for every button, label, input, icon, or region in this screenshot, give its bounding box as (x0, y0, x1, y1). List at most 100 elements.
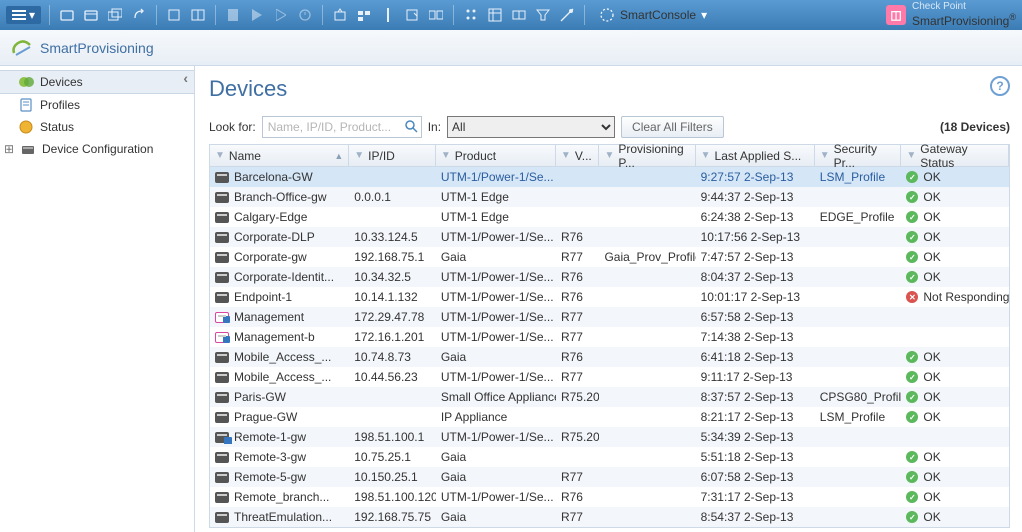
filter-icon[interactable]: ▼ (354, 150, 364, 161)
cell-ip: 10.14.1.132 (349, 290, 436, 304)
tool-icon-11[interactable] (331, 6, 349, 24)
sidebar-item-status[interactable]: Status (0, 116, 194, 138)
tool-icon-10[interactable] (296, 6, 314, 24)
tool-icon-8[interactable] (248, 6, 266, 24)
device-icon (215, 352, 229, 363)
table-row[interactable]: Remote-5-gw10.150.25.1GaiaR776:07:58 2-S… (210, 467, 1009, 487)
cell-last-applied: 6:07:58 2-Sep-13 (696, 470, 815, 484)
table-row[interactable]: Management-b172.16.1.201UTM-1/Power-1/Se… (210, 327, 1009, 347)
filter-icon[interactable]: ▼ (441, 150, 451, 161)
clear-filters-button[interactable]: Clear All Filters (621, 116, 724, 138)
cell-product: Small Office Appliance (436, 390, 556, 404)
cell-version: R75.20 (556, 390, 600, 404)
tool-icon-13[interactable] (379, 6, 397, 24)
search-input[interactable] (262, 116, 422, 138)
column-header[interactable]: ▼Last Applied S... (696, 145, 815, 166)
column-header[interactable]: ▼Product (436, 145, 556, 166)
column-header[interactable]: ▼Name▲ (210, 145, 349, 166)
cell-version: R76 (556, 270, 600, 284)
grid-body[interactable]: Barcelona-GWUTM-1/Power-1/Se...9:27:57 2… (210, 167, 1009, 527)
sidebar-item-device-configuration[interactable]: ⊞Device Configuration (0, 138, 194, 160)
cell-name: Corporate-gw (234, 250, 307, 264)
device-icon (215, 252, 229, 263)
filter-icon[interactable]: ▼ (561, 150, 571, 161)
cell-product: UTM-1 Edge (436, 210, 556, 224)
column-label: IP/ID (368, 149, 395, 163)
filter-icon[interactable]: ▼ (820, 150, 830, 161)
table-row[interactable]: Corporate-Identit...10.34.32.5UTM-1/Powe… (210, 267, 1009, 287)
column-header[interactable]: ▼Gateway Status (901, 145, 1009, 166)
look-for-label: Look for: (209, 120, 256, 134)
table-row[interactable]: Endpoint-110.14.1.132UTM-1/Power-1/Se...… (210, 287, 1009, 307)
cell-product: UTM-1/Power-1/Se... (436, 490, 556, 504)
cell-security-profile: LSM_Profile (815, 410, 902, 424)
tool-icon-14[interactable] (403, 6, 421, 24)
cell-name: Corporate-DLP (234, 230, 315, 244)
status-icon (18, 119, 34, 135)
column-header[interactable]: ▼Provisioning P... (599, 145, 695, 166)
table-row[interactable]: Mobile_Access_...10.74.8.73GaiaR766:41:1… (210, 347, 1009, 367)
tool-icon-3[interactable] (106, 6, 124, 24)
table-row[interactable]: Management172.29.47.78UTM-1/Power-1/Se..… (210, 307, 1009, 327)
devices-icon (18, 74, 34, 90)
table-row[interactable]: Corporate-gw192.168.75.1GaiaR77Gaia_Prov… (210, 247, 1009, 267)
tool-icon-12[interactable] (355, 6, 373, 24)
filter-icon[interactable]: ▼ (906, 150, 916, 161)
cell-last-applied: 8:21:17 2-Sep-13 (696, 410, 815, 424)
column-header[interactable]: ▼ IP/ID (349, 145, 436, 166)
tool-icon-7[interactable] (224, 6, 242, 24)
cell-version: R76 (556, 350, 600, 364)
table-row[interactable]: Calgary-EdgeUTM-1 Edge6:24:38 2-Sep-13ED… (210, 207, 1009, 227)
filter-icon[interactable]: ▼ (701, 150, 711, 161)
tool-icon-9[interactable] (272, 6, 290, 24)
tool-icon-6[interactable] (189, 6, 207, 24)
ok-icon: ✓ (906, 371, 918, 383)
main-menu-button[interactable]: ▾ (6, 6, 41, 24)
cell-product: UTM-1 Edge (436, 190, 556, 204)
tool-icon-16[interactable] (462, 6, 480, 24)
tool-icon-1[interactable] (58, 6, 76, 24)
device-icon (215, 392, 229, 403)
table-row[interactable]: Corporate-DLP10.33.124.5UTM-1/Power-1/Se… (210, 227, 1009, 247)
tool-icon-18[interactable] (510, 6, 528, 24)
tool-icon-4[interactable] (130, 6, 148, 24)
column-header[interactable]: ▼Security Pr... (815, 145, 902, 166)
table-row[interactable]: Paris-GWSmall Office ApplianceR75.208:37… (210, 387, 1009, 407)
status-badge: ✓OK (906, 250, 940, 264)
tool-icon-15[interactable] (427, 6, 445, 24)
cell-ip: 10.44.56.23 (349, 370, 436, 384)
expand-icon[interactable]: ⊞ (4, 142, 14, 156)
status-badge: ✓OK (906, 490, 940, 504)
table-row[interactable]: Barcelona-GWUTM-1/Power-1/Se...9:27:57 2… (210, 167, 1009, 187)
cell-version: R75.20 (556, 430, 600, 444)
cell-ip: 10.34.32.5 (349, 270, 436, 284)
sidebar-item-devices[interactable]: Devices (0, 70, 194, 94)
sidebar-collapse-button[interactable]: ‹ (183, 70, 188, 86)
table-row[interactable]: Remote-1-gw198.51.100.1UTM-1/Power-1/Se.… (210, 427, 1009, 447)
smartconsole-menu[interactable]: SmartConsole▾ (593, 5, 713, 25)
sidebar-item-profiles[interactable]: Profiles (0, 94, 194, 116)
filter-icon[interactable]: ▼ (604, 150, 614, 161)
cell-version: R76 (556, 490, 600, 504)
table-row[interactable]: ThreatEmulation...192.168.75.75GaiaR778:… (210, 507, 1009, 527)
device-icon (215, 452, 229, 463)
table-row[interactable]: Remote-3-gw10.75.25.1Gaia5:51:18 2-Sep-1… (210, 447, 1009, 467)
table-row[interactable]: Remote_branch...198.51.100.120UTM-1/Powe… (210, 487, 1009, 507)
search-icon[interactable] (404, 119, 418, 133)
tool-icon-2[interactable] (82, 6, 100, 24)
tool-icon-5[interactable] (165, 6, 183, 24)
table-row[interactable]: Mobile_Access_...10.44.56.23UTM-1/Power-… (210, 367, 1009, 387)
tool-icon-17[interactable] (486, 6, 504, 24)
table-row[interactable]: Branch-Office-gw0.0.0.1UTM-1 Edge9:44:37… (210, 187, 1009, 207)
tool-icon-19[interactable] (534, 6, 552, 24)
device-count: (18 Devices) (940, 120, 1010, 134)
status-badge: ✓OK (906, 450, 940, 464)
table-row[interactable]: Prague-GWIP Appliance8:21:17 2-Sep-13LSM… (210, 407, 1009, 427)
in-select[interactable]: All (447, 116, 615, 138)
in-label: In: (428, 120, 441, 134)
tool-icon-20[interactable] (558, 6, 576, 24)
column-header[interactable]: ▼V... (556, 145, 600, 166)
help-button[interactable]: ? (990, 76, 1010, 96)
cell-product: UTM-1/Power-1/Se... (436, 170, 556, 184)
filter-icon[interactable]: ▼ (215, 150, 225, 161)
